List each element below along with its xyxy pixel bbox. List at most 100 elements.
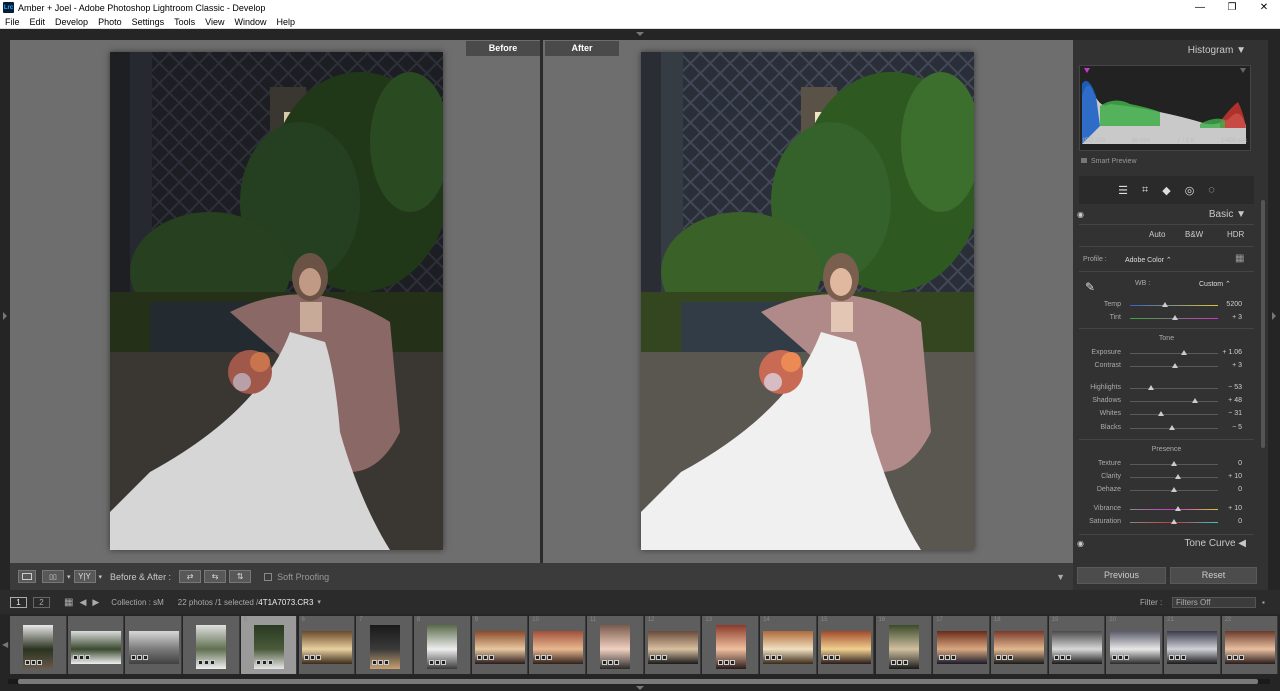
vibrance-slider[interactable]: Vibrance + 10 — [1073, 503, 1260, 516]
collapse-basic-icon[interactable]: ▼ — [1236, 209, 1246, 220]
dehaze-value[interactable]: 0 — [1238, 486, 1242, 493]
filter-dropdown[interactable]: Filters Off — [1172, 596, 1256, 608]
right-panel-scrollbar[interactable] — [1261, 200, 1265, 448]
filmstrip-thumbnail[interactable]: 17 — [933, 616, 990, 674]
thumbnail-badge-icon[interactable] — [204, 660, 210, 665]
thumbnail-badge-icon[interactable] — [1169, 654, 1175, 660]
thumbnail-badge-icon[interactable] — [377, 660, 383, 665]
temp-knob[interactable] — [1162, 302, 1169, 307]
soft-proofing-checkbox[interactable] — [264, 572, 273, 581]
thumbnail-badge-icon[interactable] — [1117, 654, 1123, 660]
thumbnail-badge-icon[interactable] — [602, 660, 608, 665]
thumbnail-badge-icon[interactable] — [309, 654, 315, 660]
menu-tools[interactable]: Tools — [169, 17, 200, 27]
before-photo[interactable] — [110, 52, 443, 550]
clarity-track[interactable] — [1130, 477, 1218, 478]
dehaze-slider[interactable]: Dehaze 0 — [1073, 484, 1260, 497]
thumbnail-badge-icon[interactable] — [37, 660, 43, 665]
saturation-slider[interactable]: Saturation 0 — [1073, 516, 1260, 529]
thumbnail-badge-icon[interactable] — [476, 654, 482, 660]
collapse-top-panel-icon[interactable] — [636, 32, 644, 36]
thumbnail-badge-icon[interactable] — [130, 654, 136, 660]
contrast-value[interactable]: + 3 — [1232, 362, 1242, 369]
filmstrip-thumbnail[interactable]: 11 — [587, 616, 644, 674]
temp-value[interactable]: 5200 — [1226, 301, 1242, 308]
forward-arrow-icon[interactable]: ▶ — [92, 597, 99, 608]
thumbnail-badge-icon[interactable] — [1181, 654, 1187, 660]
filmstrip-thumbnail[interactable] — [183, 616, 240, 674]
filmstrip-thumbnail[interactable]: 9 — [471, 616, 529, 674]
contrast-knob[interactable] — [1171, 363, 1178, 368]
thumbnail-badge-icon[interactable] — [950, 654, 956, 660]
collapse-filmstrip-icon[interactable] — [636, 686, 644, 690]
thumbnail-badge-icon[interactable] — [650, 654, 656, 660]
tint-knob[interactable] — [1171, 315, 1178, 320]
before-after-yy-button[interactable]: Y|Y — [73, 570, 96, 583]
thumbnail-badge-icon[interactable] — [1111, 654, 1117, 660]
thumbnail-badge-icon[interactable] — [1008, 654, 1014, 660]
menu-photo[interactable]: Photo — [93, 17, 127, 27]
thumbnail-badge-icon[interactable] — [136, 654, 142, 660]
filmstrip-thumbnail[interactable]: 7 — [356, 616, 413, 674]
thumbnail-badge-icon[interactable] — [546, 654, 552, 660]
thumbnail-badge-icon[interactable] — [777, 654, 783, 660]
menu-settings[interactable]: Settings — [127, 17, 170, 27]
blacks-value[interactable]: − 5 — [1232, 424, 1242, 431]
grid-view-icon[interactable]: ▦ — [64, 597, 73, 608]
secondary-window-button[interactable]: 2 — [33, 596, 50, 608]
copy-before-to-after-button[interactable]: ⇄ — [179, 570, 202, 583]
thumbnail-badge-icon[interactable] — [1065, 654, 1071, 660]
clarity-value[interactable]: + 10 — [1228, 473, 1242, 480]
hdr-button[interactable]: HDR — [1227, 230, 1244, 239]
wb-dropdown[interactable]: Custom ⌃ — [1199, 280, 1231, 288]
shadows-slider[interactable]: Shadows + 48 — [1073, 395, 1260, 408]
saturation-knob[interactable] — [1171, 519, 1177, 524]
vibrance-track[interactable] — [1130, 509, 1218, 510]
filmstrip-thumbnail[interactable]: 8 — [413, 616, 471, 674]
swap-before-after-button[interactable]: ⇅ — [229, 570, 252, 583]
thumbnail-badge-icon[interactable] — [488, 654, 494, 660]
edit-sliders-icon[interactable]: ☰ — [1118, 184, 1128, 197]
thumbnail-badge-icon[interactable] — [656, 654, 662, 660]
basic-visibility-eye-icon[interactable]: ◉ — [1077, 210, 1084, 219]
thumbnail-badge-icon[interactable] — [662, 654, 668, 660]
filename-dropdown-arrow[interactable]: ▾ — [317, 598, 321, 606]
menu-help[interactable]: Help — [272, 17, 301, 27]
thumbnail-badge-icon[interactable] — [429, 660, 435, 665]
toolbar-menu-arrow[interactable]: ▼ — [1056, 572, 1065, 582]
thumbnail-badge-icon[interactable] — [1123, 654, 1129, 660]
histogram-graph[interactable]: ISO 200 50 mm ƒ / 2.5 1/400 sec — [1079, 65, 1251, 151]
menu-window[interactable]: Window — [230, 17, 272, 27]
thumbnail-badge-icon[interactable] — [938, 654, 944, 660]
filmstrip-thumbnail[interactable]: 12 — [644, 616, 702, 674]
thumbnail-badge-icon[interactable] — [1175, 654, 1181, 660]
filmstrip-thumbnail[interactable]: 5 — [240, 616, 298, 674]
tint-slider[interactable]: Tint + 3 — [1073, 312, 1260, 325]
collapse-histogram-icon[interactable]: ▼ — [1236, 45, 1246, 56]
thumbnail-badge-icon[interactable] — [614, 660, 620, 665]
thumbnail-badge-icon[interactable] — [371, 660, 377, 665]
thumbnail-badge-icon[interactable] — [823, 654, 829, 660]
filmstrip-thumbnail[interactable]: 10 — [529, 616, 586, 674]
thumbnail-badge-icon[interactable] — [829, 654, 835, 660]
temp-track[interactable] — [1130, 305, 1218, 306]
tone-curve-header[interactable]: Tone Curve ◀ — [1073, 535, 1260, 553]
highlights-knob[interactable] — [1148, 385, 1155, 390]
filmstrip-thumbnail[interactable] — [125, 616, 183, 674]
thumbnail-badge-icon[interactable] — [85, 654, 91, 660]
thumbnail-badge-icon[interactable] — [896, 660, 902, 665]
filmstrip-scroll-thumb[interactable] — [18, 679, 1258, 684]
thumbnail-badge-icon[interactable] — [79, 654, 85, 660]
loupe-view-button[interactable] — [18, 570, 36, 583]
bw-button[interactable]: B&W — [1185, 230, 1203, 239]
filmstrip-thumbnail[interactable]: 20 — [1106, 616, 1163, 674]
thumbnail-badge-icon[interactable] — [303, 654, 309, 660]
dehaze-knob[interactable] — [1171, 487, 1177, 492]
thumbnail-badge-icon[interactable] — [944, 654, 950, 660]
thumbnail-badge-icon[interactable] — [142, 654, 148, 660]
primary-window-button[interactable]: 1 — [10, 596, 27, 608]
vibrance-value[interactable]: + 10 — [1228, 505, 1242, 512]
reset-button[interactable]: Reset — [1170, 567, 1257, 584]
thumbnail-badge-icon[interactable] — [435, 660, 441, 665]
collection-label[interactable]: Collection : sM — [111, 598, 163, 607]
